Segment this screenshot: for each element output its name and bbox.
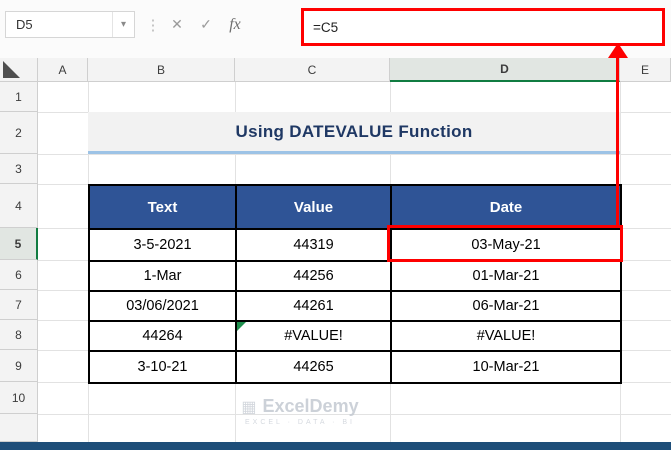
row-header-partial[interactable] (0, 414, 38, 442)
formula-input[interactable]: =C5 (301, 8, 665, 46)
column-header-d-selected[interactable]: D (390, 58, 620, 82)
table-header-value[interactable]: Value (237, 186, 392, 230)
row-header-8[interactable]: 8 (0, 320, 38, 350)
watermark-brand: ExcelDemy (262, 396, 359, 416)
cell-c9[interactable]: 44265 (237, 352, 392, 384)
gridline-horizontal (38, 154, 671, 155)
select-all-corner[interactable] (0, 58, 38, 82)
data-table: Text Value Date 3-5-2021 44319 03-May-21… (88, 184, 622, 384)
insert-function-button[interactable]: fx (222, 11, 248, 38)
column-header-a[interactable]: A (38, 58, 88, 82)
cell-d6[interactable]: 01-Mar-21 (392, 262, 622, 292)
cell-b6[interactable]: 1-Mar (90, 262, 237, 292)
formula-bar-area: D5 ▾ ⋮ ✕ ✓ fx =C5 (0, 0, 671, 58)
cell-b7[interactable]: 03/06/2021 (90, 292, 237, 322)
cell-c6[interactable]: 44256 (237, 262, 392, 292)
annotation-arrow-shaft (616, 57, 619, 227)
row-header-7[interactable]: 7 (0, 290, 38, 320)
row-header-3[interactable]: 3 (0, 154, 38, 184)
chevron-down-icon[interactable]: ▾ (112, 12, 134, 37)
column-header-b[interactable]: B (88, 58, 235, 82)
watermark: ▦ ExcelDemy EXCEL · DATA · BI (160, 396, 440, 426)
column-header-e[interactable]: E (620, 58, 671, 82)
cell-b9[interactable]: 3-10-21 (90, 352, 237, 384)
formula-text: =C5 (313, 19, 339, 35)
row-header-5-selected[interactable]: 5 (0, 228, 38, 260)
watermark-grid-icon: ▦ (241, 398, 257, 416)
annotation-arrow-head-icon (608, 43, 628, 58)
cell-d5-active[interactable]: 03-May-21 (392, 230, 622, 262)
more-options-icon: ⋮ (145, 16, 161, 34)
row-header-10[interactable]: 10 (0, 382, 38, 414)
sheet-title: Using DATEVALUE Function (235, 121, 473, 141)
cell-b8[interactable]: 44264 (90, 322, 237, 352)
cell-d7[interactable]: 06-Mar-21 (392, 292, 622, 322)
row-header-2[interactable]: 2 (0, 112, 38, 154)
cell-c5[interactable]: 44319 (237, 230, 392, 262)
cancel-button[interactable]: ✕ (164, 11, 190, 38)
column-header-c[interactable]: C (235, 58, 390, 82)
cell-b5[interactable]: 3-5-2021 (90, 230, 237, 262)
name-box[interactable]: D5 ▾ (5, 11, 135, 38)
row-header-1[interactable]: 1 (0, 82, 38, 112)
row-header-9[interactable]: 9 (0, 350, 38, 382)
table-header-text[interactable]: Text (90, 186, 237, 230)
watermark-tagline: EXCEL · DATA · BI (245, 419, 355, 426)
table-header-date[interactable]: Date (392, 186, 622, 230)
select-all-triangle-icon (3, 61, 20, 78)
row-header-6[interactable]: 6 (0, 260, 38, 290)
sheet-title-cell[interactable]: Using DATEVALUE Function (88, 112, 620, 154)
row-header-4[interactable]: 4 (0, 184, 38, 228)
cell-d8[interactable]: #VALUE! (392, 322, 622, 352)
enter-button[interactable]: ✓ (193, 11, 219, 38)
cell-c7[interactable]: 44261 (237, 292, 392, 322)
cell-d9[interactable]: 10-Mar-21 (392, 352, 622, 384)
window-bottom-edge (0, 442, 671, 450)
cell-c8[interactable]: #VALUE! (237, 322, 392, 352)
name-box-value: D5 (16, 17, 33, 32)
